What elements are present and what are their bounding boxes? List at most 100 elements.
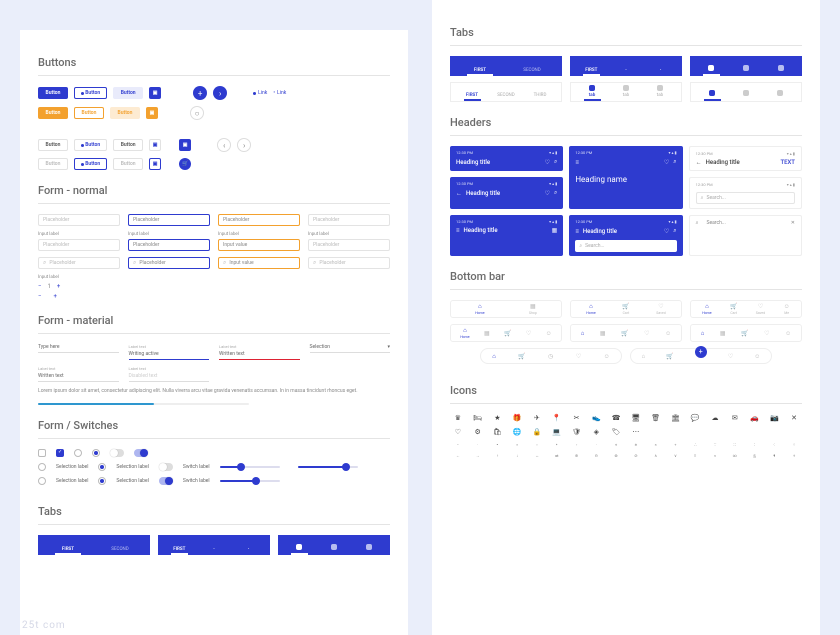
- close-icon[interactable]: ✕: [791, 220, 795, 226]
- primary-button[interactable]: Button: [38, 87, 68, 99]
- radio[interactable]: [38, 477, 46, 485]
- search-input[interactable]: Placeholder: [38, 257, 120, 269]
- toggle[interactable]: [159, 463, 173, 471]
- heart-icon[interactable]: ♡: [664, 159, 669, 166]
- orange-icon-button[interactable]: ▣: [146, 107, 158, 119]
- tab-item[interactable]: •: [643, 68, 678, 76]
- white-icon-button[interactable]: Button: [74, 139, 107, 151]
- orange-subtle-button[interactable]: Button: [110, 107, 140, 119]
- fab-arrow[interactable]: ›: [213, 86, 227, 100]
- tab-third[interactable]: THIRD: [523, 93, 557, 101]
- search-icon[interactable]: ⌕: [554, 189, 557, 197]
- tab-item[interactable]: [351, 544, 386, 555]
- fab-left[interactable]: ‹: [217, 138, 231, 152]
- heart-icon[interactable]: ♡: [664, 228, 669, 235]
- orange-button[interactable]: Button: [38, 107, 68, 119]
- radio-selected[interactable]: [98, 477, 106, 485]
- search-icon[interactable]: ⌕: [673, 227, 676, 235]
- slider[interactable]: [220, 480, 280, 482]
- mat-input-active[interactable]: Writing active: [129, 351, 210, 360]
- link-text[interactable]: •Link: [273, 90, 286, 96]
- bb-home[interactable]: ⌂Home: [475, 303, 484, 315]
- tab-item[interactable]: tab: [575, 85, 609, 101]
- slider[interactable]: [220, 466, 280, 468]
- bb-shop[interactable]: ▦Shop: [529, 303, 537, 315]
- tab-first[interactable]: FIRST: [574, 68, 609, 76]
- labeled-input[interactable]: Placeholder: [308, 239, 390, 251]
- heart-icon[interactable]: ♡: [545, 190, 550, 197]
- link-icon[interactable]: Link: [253, 90, 267, 96]
- cart-icon-button[interactable]: 🛒: [179, 158, 191, 170]
- fab-outline[interactable]: ○: [190, 106, 204, 120]
- search-icon[interactable]: ⌕: [554, 158, 557, 166]
- mat-input-error[interactable]: Written text: [219, 351, 300, 360]
- primary-icon-sq[interactable]: ▣: [179, 139, 191, 151]
- tab-item[interactable]: [694, 65, 729, 76]
- outline-button[interactable]: Button: [74, 87, 107, 99]
- ghost-button-2[interactable]: Button: [113, 158, 143, 170]
- toggle-on[interactable]: [134, 449, 148, 457]
- orange-outline-button[interactable]: Button: [74, 107, 104, 119]
- mat-input[interactable]: Type here: [38, 344, 119, 353]
- labeled-input[interactable]: Placeholder: [128, 239, 210, 251]
- menu-icon[interactable]: ≡: [575, 159, 579, 166]
- tab-item[interactable]: •: [231, 547, 266, 555]
- back-icon[interactable]: ←: [696, 159, 702, 166]
- tab-first[interactable]: FIRST: [454, 68, 506, 76]
- search-input[interactable]: Placeholder: [308, 257, 390, 269]
- tab-item[interactable]: [282, 544, 317, 555]
- mat-input[interactable]: Written text: [38, 373, 119, 382]
- text-input[interactable]: Placeholder: [38, 214, 120, 226]
- radio-selected[interactable]: [98, 463, 106, 471]
- search-input[interactable]: ⌕Search...: [575, 240, 676, 252]
- text-input[interactable]: Placeholder: [308, 214, 390, 226]
- outline-button-2[interactable]: Button: [74, 158, 107, 170]
- radio[interactable]: [38, 463, 46, 471]
- tab-item[interactable]: [763, 65, 798, 76]
- white-button[interactable]: Button: [38, 139, 68, 151]
- tab-item[interactable]: •: [197, 547, 232, 555]
- labeled-input[interactable]: Placeholder: [38, 239, 120, 251]
- search-input[interactable]: Input value: [218, 257, 300, 269]
- white-icon-sq[interactable]: ▣: [149, 139, 161, 151]
- tab-first[interactable]: FIRST: [42, 547, 94, 555]
- mat-select[interactable]: Selection▾: [310, 344, 391, 353]
- slider[interactable]: [298, 466, 358, 468]
- back-icon[interactable]: ←: [456, 190, 462, 197]
- stepper[interactable]: −1+: [38, 283, 390, 290]
- outline-icon-sq[interactable]: ▣: [149, 158, 161, 170]
- toggle[interactable]: [110, 449, 124, 457]
- tab-second[interactable]: SECOND: [489, 93, 523, 101]
- text-input-warn[interactable]: Placeholder: [218, 214, 300, 226]
- search-input[interactable]: ⌕Search...: [696, 192, 795, 204]
- search-icon[interactable]: ⌕: [696, 220, 699, 226]
- white-button-2[interactable]: Button: [113, 139, 143, 151]
- tab-second[interactable]: SECOND: [94, 547, 146, 555]
- tab-first[interactable]: FIRST: [455, 93, 489, 101]
- icon-button[interactable]: ▣: [149, 87, 161, 99]
- menu-icon[interactable]: ≡: [456, 227, 460, 234]
- fab-right[interactable]: ›: [237, 138, 251, 152]
- fab-plus[interactable]: +: [193, 86, 207, 100]
- text-input-focus[interactable]: Placeholder: [128, 214, 210, 226]
- ghost-button[interactable]: Button: [38, 158, 68, 170]
- radio-selected[interactable]: [92, 449, 100, 457]
- stepper-compact[interactable]: −+: [38, 293, 390, 300]
- tab-item[interactable]: •: [609, 68, 644, 76]
- more-icon[interactable]: ▦: [552, 227, 558, 234]
- tab-item[interactable]: [317, 544, 352, 555]
- bb-fab-plus[interactable]: +: [695, 346, 707, 358]
- text-action[interactable]: TEXT: [780, 159, 795, 166]
- toggle-on[interactable]: [159, 477, 173, 485]
- tab-item[interactable]: [729, 65, 764, 76]
- tab-second[interactable]: SECOND: [506, 68, 558, 76]
- menu-icon[interactable]: ≡: [575, 228, 579, 235]
- search-input[interactable]: Placeholder: [128, 257, 210, 269]
- checkbox[interactable]: [38, 449, 46, 457]
- checkbox-checked[interactable]: [56, 449, 64, 457]
- heart-icon[interactable]: ♡: [545, 159, 550, 166]
- search-icon[interactable]: ⌕: [673, 158, 676, 166]
- subtle-button[interactable]: Button: [113, 87, 143, 99]
- labeled-input[interactable]: Input value: [218, 239, 300, 251]
- radio[interactable]: [74, 449, 82, 457]
